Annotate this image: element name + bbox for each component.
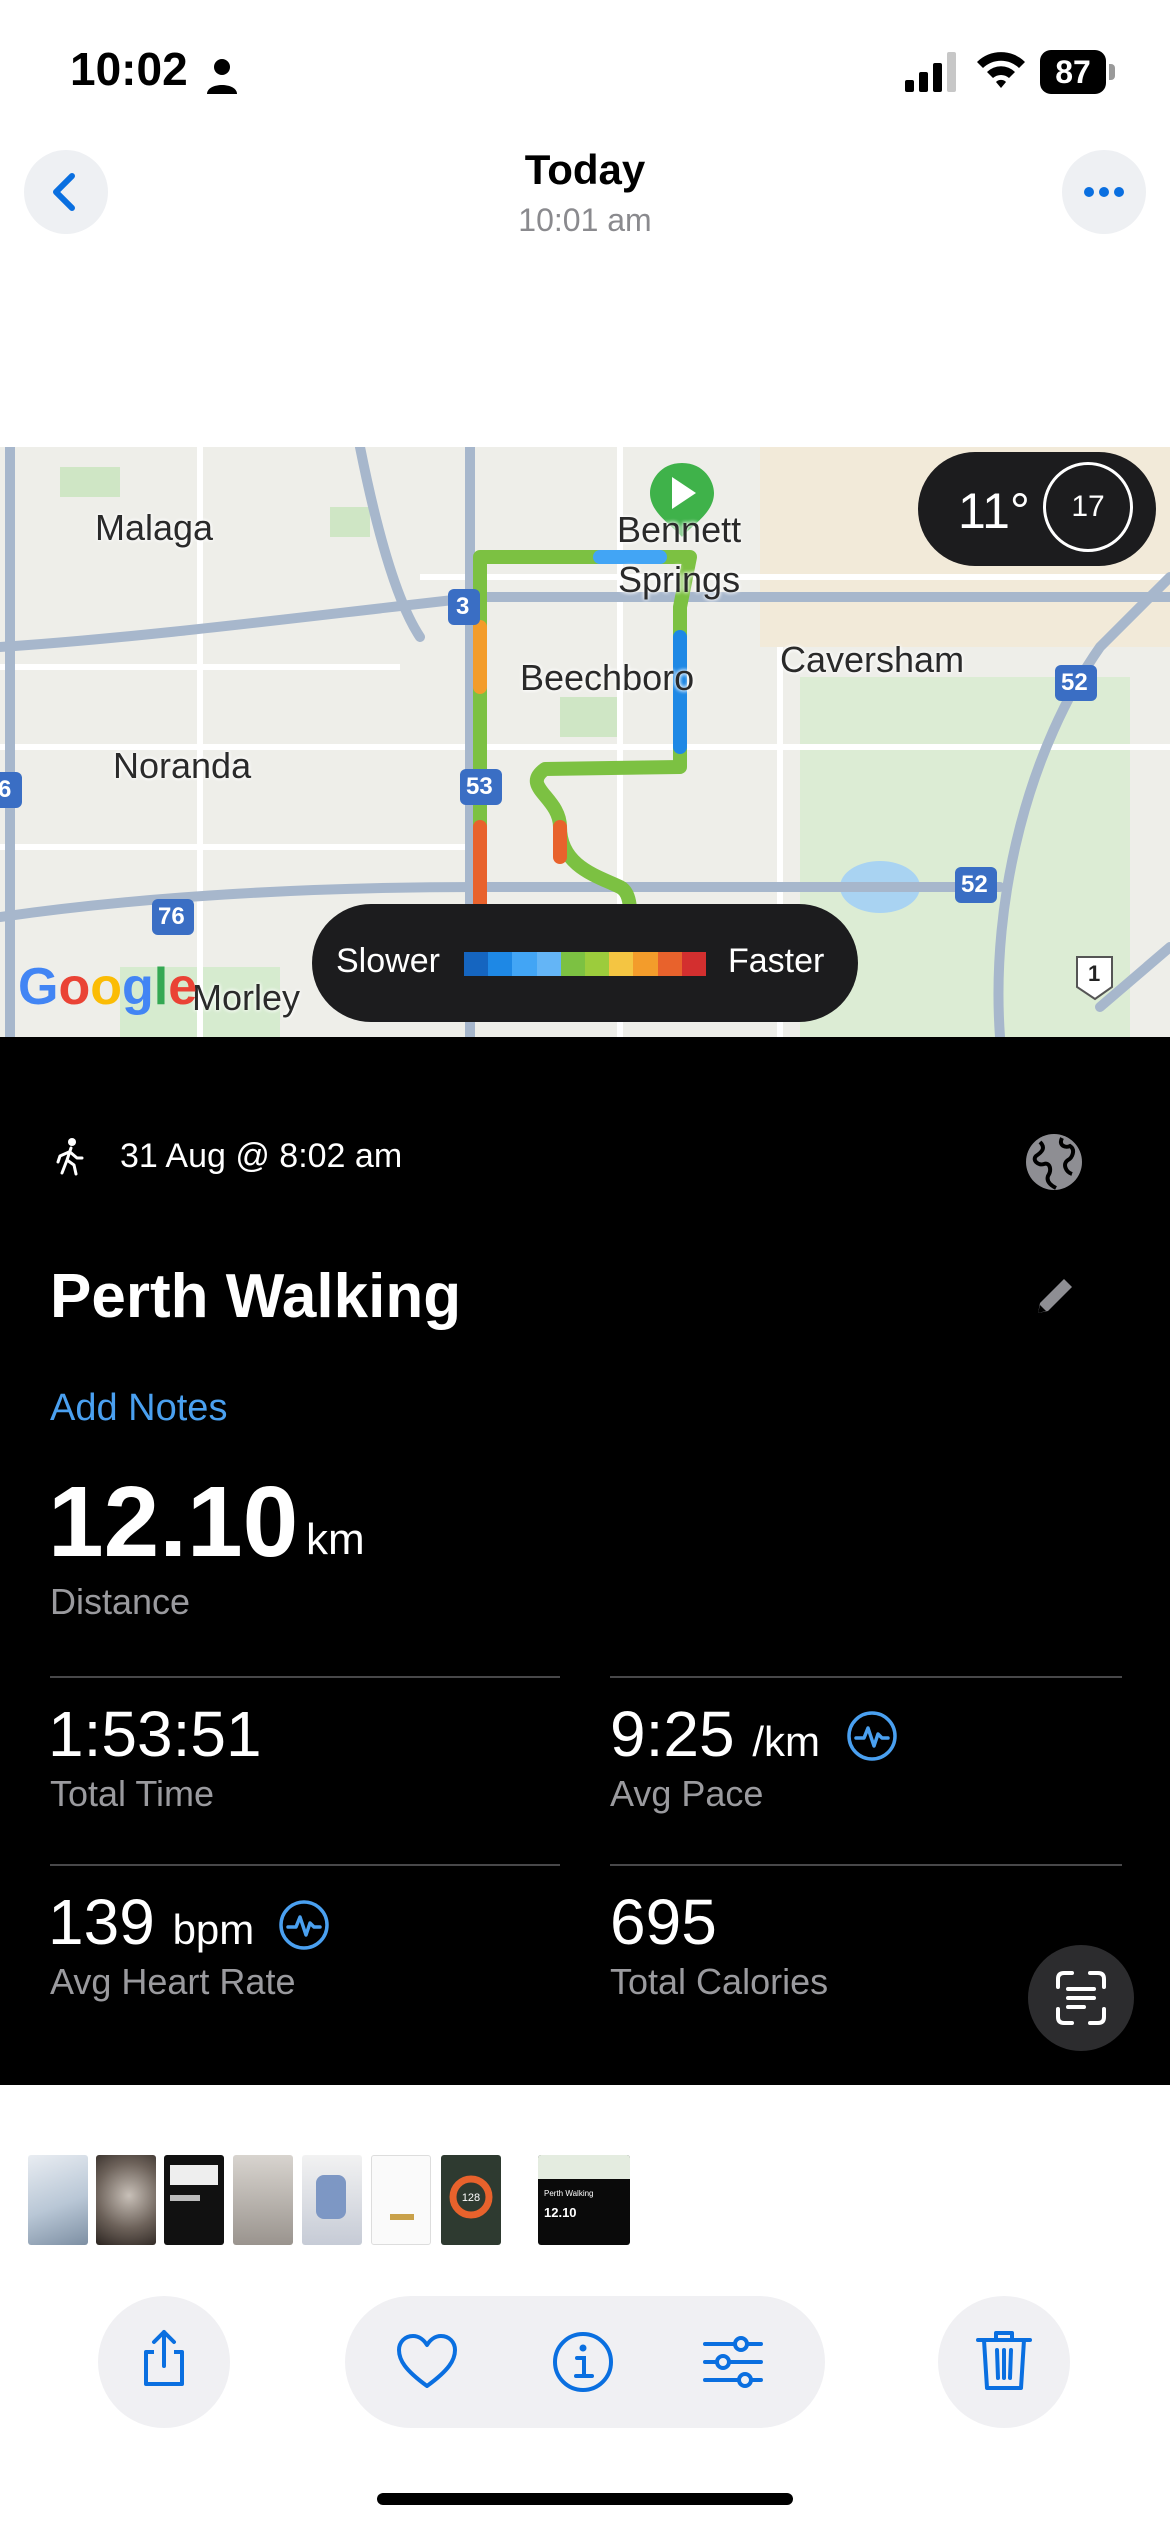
activity-panel: 31 Aug @ 8:02 am Perth Walking Add Notes… — [0, 1037, 1170, 2085]
page-title: Today — [524, 146, 646, 193]
map-label-morley: Morley — [192, 977, 301, 1018]
road-shield-52-east: 52 — [1061, 669, 1088, 696]
favorite-button[interactable] — [395, 2330, 459, 2394]
info-icon — [553, 2332, 613, 2392]
wifi-icon — [977, 52, 1025, 88]
map-label-caversham: Caversham — [780, 639, 965, 680]
thumbnail-number: 128 — [462, 2192, 480, 2204]
photo-thumbnail[interactable] — [302, 2155, 362, 2245]
person-icon — [207, 59, 237, 94]
map-label-beechboro: Beechboro — [520, 657, 695, 698]
road-shield-3: 3 — [456, 593, 470, 620]
google-logo: Google — [18, 958, 198, 1016]
avg-heart-rate-label: Avg Heart Rate — [50, 1961, 296, 2002]
heart-rate-chart-icon[interactable] — [278, 1899, 330, 1951]
avg-pace-label: Avg Pace — [610, 1773, 764, 1814]
ellipsis-icon — [1084, 187, 1124, 197]
divider — [610, 1676, 1122, 1678]
wind-dial: 17 — [1043, 462, 1133, 552]
road-shield-6: 6 — [0, 776, 12, 803]
weather-temperature: 11° — [958, 483, 1030, 539]
map-label-bennett: Bennett — [617, 509, 742, 550]
legend-slower-label: Slower — [336, 942, 440, 980]
pace-legend: Slower Faster — [312, 904, 858, 1022]
divider — [50, 1864, 560, 1866]
avg-pace-stat: 9:25 /km — [610, 1697, 820, 1771]
avg-heart-rate-unit: bpm — [172, 1906, 255, 1953]
avg-pace-unit: /km — [752, 1718, 820, 1765]
text-scan-icon — [1056, 1971, 1106, 2025]
map-label-noranda: Noranda — [113, 745, 252, 786]
divider — [610, 1864, 1122, 1866]
photo-thumbnail[interactable] — [28, 2155, 88, 2245]
edit-pencil-icon[interactable] — [1030, 1271, 1080, 1321]
thumbnail-value: 12.10 — [544, 2205, 577, 2220]
divider — [50, 1676, 560, 1678]
legend-color-swatch — [609, 952, 634, 976]
legend-color-swatch — [464, 952, 489, 976]
thumbnail-title: Perth Walking — [544, 2189, 594, 2198]
activity-title: Perth Walking — [50, 1262, 462, 1331]
distance-label: Distance — [50, 1581, 191, 1622]
activity-date: 31 Aug @ 8:02 am — [120, 1137, 403, 1175]
home-indicator[interactable] — [377, 2493, 793, 2505]
photo-thumbnail-selected[interactable]: Perth Walking 12.10 — [538, 2155, 630, 2245]
battery-level: 87 — [1040, 50, 1106, 94]
share-icon — [144, 2330, 184, 2386]
heart-icon — [397, 2334, 457, 2388]
distance-unit: km — [306, 1515, 365, 1564]
distance-value: 12.10 — [48, 1466, 299, 1578]
sliders-icon — [703, 2336, 763, 2388]
adjust-button[interactable] — [701, 2330, 765, 2394]
road-shield-52-south: 52 — [961, 871, 988, 898]
legend-color-swatch — [633, 952, 658, 976]
walking-icon — [56, 1138, 84, 1176]
battery-nub — [1109, 64, 1115, 80]
legend-color-swatch — [488, 952, 513, 976]
photo-thumbnail[interactable] — [96, 2155, 156, 2245]
map-label-springs: Springs — [618, 559, 741, 600]
road-shield-53: 53 — [466, 773, 493, 800]
photo-actions-group — [345, 2296, 825, 2428]
weather-badge: 11° 17 — [918, 452, 1156, 566]
more-options-button[interactable] — [1062, 150, 1146, 234]
share-button[interactable] — [98, 2296, 230, 2428]
delete-button[interactable] — [938, 2296, 1070, 2428]
legend-color-swatch — [536, 952, 561, 976]
legend-color-scale — [464, 952, 707, 976]
live-text-button[interactable] — [1028, 1945, 1134, 2051]
total-calories-label: Total Calories — [610, 1961, 829, 2002]
activity-ring-image: 128 — [449, 2175, 493, 2219]
total-time-label: Total Time — [50, 1773, 215, 1814]
photo-thumbnail[interactable] — [371, 2155, 431, 2245]
total-calories-value: 695 — [610, 1886, 717, 1958]
road-shield-1: 1 — [1088, 961, 1101, 986]
legend-color-swatch — [585, 952, 610, 976]
road-shield-76: 76 — [158, 903, 185, 930]
cellular-signal-icon — [905, 52, 956, 92]
pace-chart-icon[interactable] — [846, 1710, 898, 1762]
globe-icon[interactable] — [1022, 1130, 1086, 1194]
avg-heart-rate-value: 139 — [48, 1886, 155, 1958]
legend-color-swatch — [512, 952, 537, 976]
legend-color-swatch — [560, 952, 586, 976]
info-button[interactable] — [551, 2330, 615, 2394]
add-notes-link[interactable]: Add Notes — [50, 1387, 227, 1430]
page-subtitle: 10:01 am — [518, 202, 652, 238]
heart-rate-stat: 139 bpm — [48, 1885, 254, 1959]
avg-pace-value: 9:25 — [610, 1698, 735, 1770]
photo-thumbnail[interactable]: 128 — [441, 2155, 501, 2245]
legend-faster-label: Faster — [728, 942, 825, 980]
photo-thumbnail[interactable] — [164, 2155, 224, 2245]
legend-color-swatch — [681, 952, 707, 976]
map-label-malaga: Malaga — [95, 507, 214, 548]
status-time: 10:02 — [70, 43, 188, 95]
trash-icon — [976, 2331, 1032, 2390]
legend-color-swatch — [657, 952, 682, 976]
total-time-value: 1:53:51 — [48, 1698, 262, 1770]
photo-thumbnail[interactable] — [233, 2155, 293, 2245]
route-map[interactable]: Malaga Bennett Springs Caversham Beechbo… — [0, 447, 1170, 1037]
battery-indicator: 87 — [1040, 50, 1118, 94]
